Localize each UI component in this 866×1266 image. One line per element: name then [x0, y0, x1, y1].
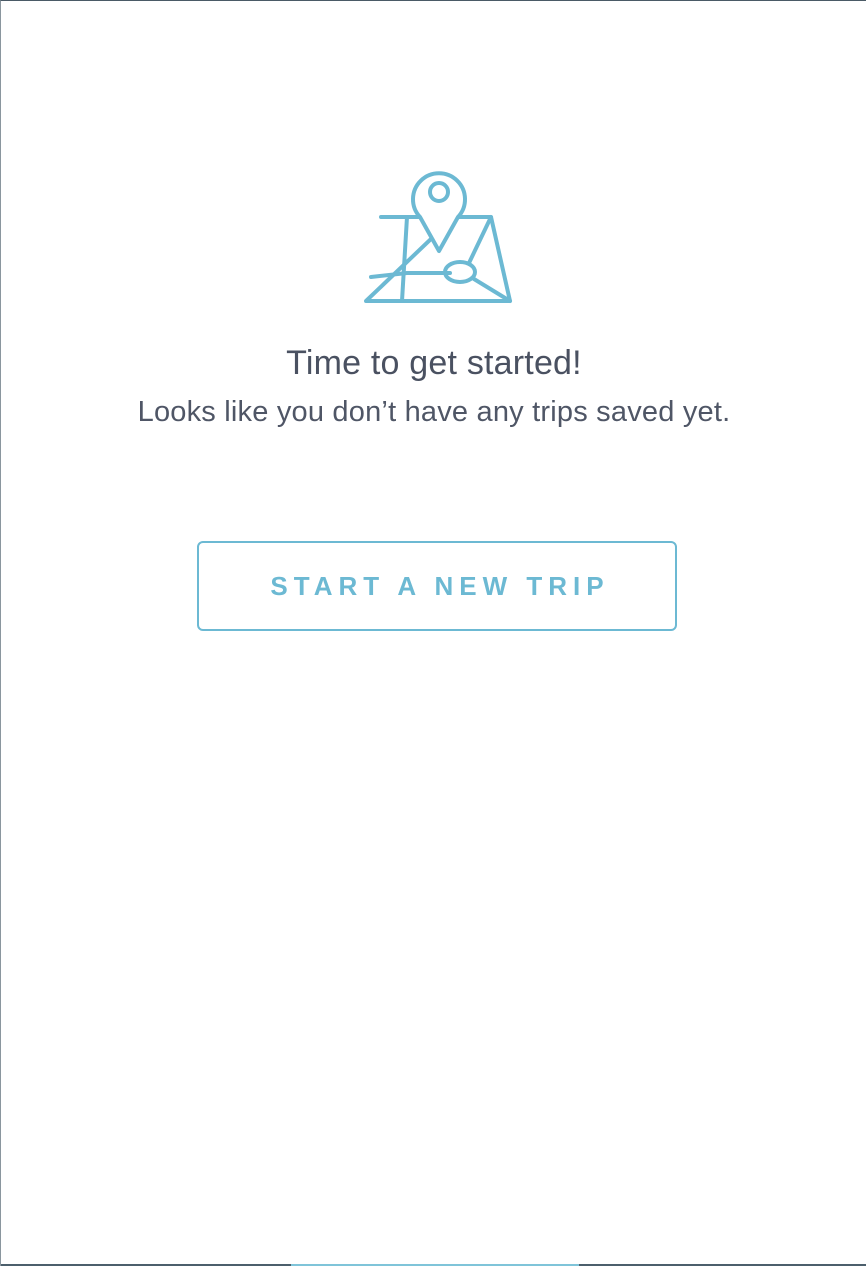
empty-state-title: Time to get started! [286, 344, 582, 382]
start-new-trip-button[interactable]: START A NEW TRIP [197, 541, 677, 631]
map-pin-icon [364, 171, 512, 303]
start-new-trip-label: START A NEW TRIP [270, 570, 610, 601]
empty-state-subtitle: Looks like you don’t have any trips save… [137, 396, 731, 428]
app-screen: Time to get started! Looks like you don’… [0, 0, 866, 1266]
